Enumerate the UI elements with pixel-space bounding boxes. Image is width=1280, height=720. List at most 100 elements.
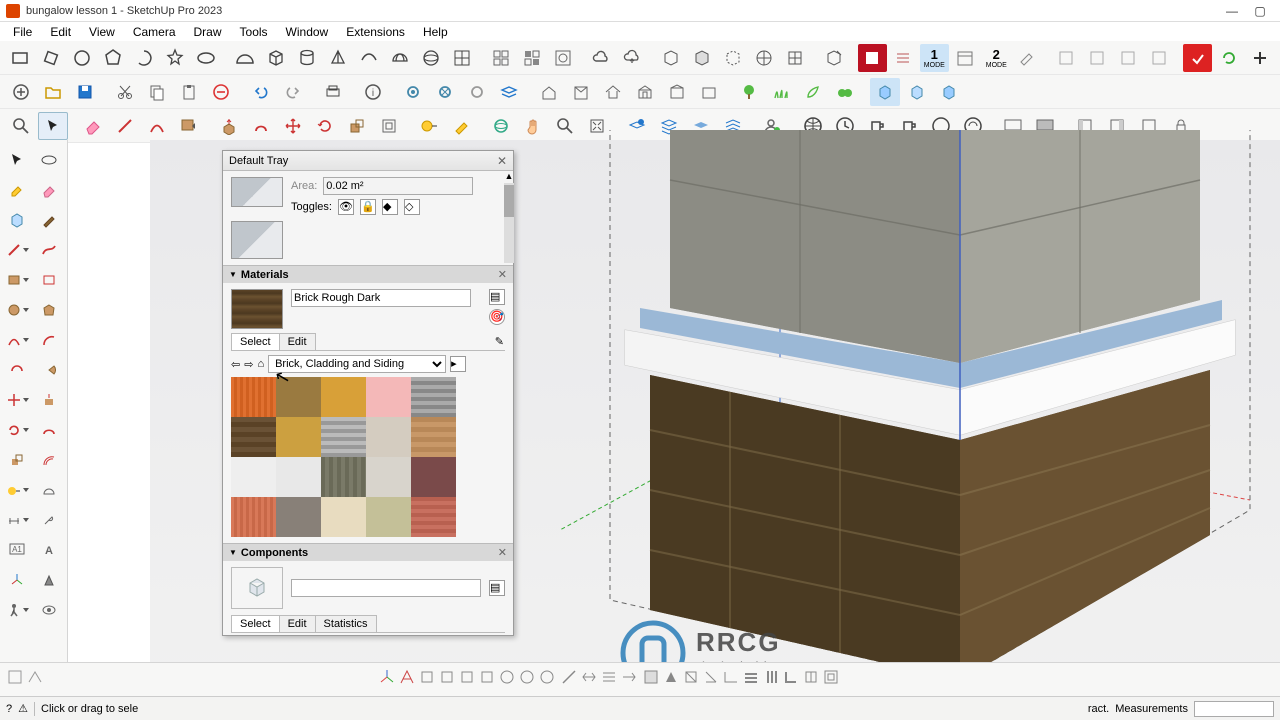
- bt-2-icon[interactable]: [26, 668, 44, 691]
- wire1-icon[interactable]: [657, 44, 686, 72]
- tree-icon[interactable]: [734, 78, 764, 106]
- grid1-icon[interactable]: [486, 44, 515, 72]
- lt-pushpull2-icon[interactable]: [34, 386, 64, 414]
- lt-pie-icon[interactable]: [34, 356, 64, 384]
- nav-fwd-icon[interactable]: ⇨: [244, 358, 253, 371]
- zoom-icon[interactable]: [6, 112, 36, 140]
- house2-icon[interactable]: [566, 78, 596, 106]
- rectangle-icon[interactable]: [6, 44, 35, 72]
- house4-icon[interactable]: [630, 78, 660, 106]
- lt-brush-icon[interactable]: [34, 206, 64, 234]
- house3-icon[interactable]: [598, 78, 628, 106]
- material-swatch[interactable]: [411, 497, 456, 537]
- wire3-icon[interactable]: [718, 44, 747, 72]
- box-icon[interactable]: [262, 44, 291, 72]
- menu-edit[interactable]: Edit: [41, 25, 80, 39]
- bt-s3-icon[interactable]: [600, 668, 618, 691]
- bt-e-icon[interactable]: [478, 668, 496, 691]
- menu-view[interactable]: View: [80, 25, 124, 39]
- menu-tools[interactable]: Tools: [231, 25, 277, 39]
- material-library-select[interactable]: Brick, Cladding and Siding: [268, 355, 446, 373]
- component-name-input[interactable]: [291, 579, 481, 597]
- open-icon[interactable]: [38, 78, 68, 106]
- bt-s1-icon[interactable]: [560, 668, 578, 691]
- lt-orbit-icon[interactable]: [34, 146, 64, 174]
- tape-icon[interactable]: [414, 112, 444, 140]
- material-swatch[interactable]: [231, 497, 276, 537]
- eraser-icon[interactable]: [78, 112, 108, 140]
- lt-text-icon[interactable]: A1: [2, 536, 32, 564]
- menu-camera[interactable]: Camera: [124, 25, 185, 39]
- lt-freehand-icon[interactable]: [34, 236, 64, 264]
- lt-rect2-icon[interactable]: [34, 266, 64, 294]
- material-swatch[interactable]: [321, 417, 366, 457]
- refresh-green-icon[interactable]: [1214, 44, 1243, 72]
- dome-icon[interactable]: [385, 44, 414, 72]
- cut-icon[interactable]: [110, 78, 140, 106]
- wall-d-icon[interactable]: [1144, 44, 1173, 72]
- material-swatch[interactable]: [366, 457, 411, 497]
- select-tool-icon[interactable]: [38, 112, 68, 140]
- follow-me-icon[interactable]: [246, 112, 276, 140]
- components-close-icon[interactable]: ✕: [498, 546, 507, 559]
- new-icon[interactable]: [6, 78, 36, 106]
- lt-poly-icon[interactable]: [34, 296, 64, 324]
- components-panel-header[interactable]: Components✕: [223, 543, 513, 561]
- material-swatch[interactable]: [276, 457, 321, 497]
- wall-b-icon[interactable]: [1082, 44, 1111, 72]
- tray-close-icon[interactable]: ✕: [497, 154, 507, 168]
- menu-file[interactable]: File: [4, 25, 41, 39]
- measurements-input[interactable]: [1194, 701, 1274, 717]
- lt-scale2-icon[interactable]: [2, 446, 32, 474]
- materials-eyedropper-icon[interactable]: ✎: [493, 333, 506, 350]
- components-tab-statistics[interactable]: Statistics: [315, 615, 377, 632]
- material-swatch[interactable]: [276, 417, 321, 457]
- grass-icon[interactable]: [766, 78, 796, 106]
- materials-tab-edit[interactable]: Edit: [279, 333, 316, 350]
- cylinder-icon[interactable]: [293, 44, 322, 72]
- house1-icon[interactable]: [534, 78, 564, 106]
- mode-2-button[interactable]: 2MODE: [982, 44, 1011, 72]
- material-swatch[interactable]: [411, 457, 456, 497]
- red-square-icon[interactable]: [1183, 44, 1212, 72]
- arc-tool-icon[interactable]: [142, 112, 172, 140]
- bt-a-icon[interactable]: [398, 668, 416, 691]
- lt-select-icon[interactable]: [2, 146, 32, 174]
- move-icon[interactable]: [278, 112, 308, 140]
- bt-t7-icon[interactable]: [762, 668, 780, 691]
- wire2-icon[interactable]: [687, 44, 716, 72]
- bt-t2-icon[interactable]: [662, 668, 680, 691]
- calendar-icon[interactable]: [951, 44, 980, 72]
- bt-b-icon[interactable]: [418, 668, 436, 691]
- lt-section-icon[interactable]: [34, 566, 64, 594]
- shape-dd-icon[interactable]: [174, 112, 204, 140]
- lt-tape2-icon[interactable]: [2, 476, 32, 504]
- polygon-icon[interactable]: [99, 44, 128, 72]
- solid-a-icon[interactable]: [870, 78, 900, 106]
- lt-3dtext-icon[interactable]: A: [34, 536, 64, 564]
- house5-icon[interactable]: [662, 78, 692, 106]
- lt-arc2-icon[interactable]: [34, 326, 64, 354]
- toggle-shadow-icon[interactable]: ◆: [382, 199, 398, 215]
- tray-scrollbar[interactable]: [504, 183, 514, 263]
- cloud-icon[interactable]: [587, 44, 616, 72]
- toggle-receive-icon[interactable]: ◇: [404, 199, 420, 215]
- create-material-icon[interactable]: ▤: [489, 289, 505, 305]
- leaf-icon[interactable]: [798, 78, 828, 106]
- menu-extensions[interactable]: Extensions: [337, 25, 414, 39]
- materials-tab-select[interactable]: Select: [231, 333, 280, 350]
- lt-paint-icon[interactable]: [2, 176, 32, 204]
- sample-material-icon[interactable]: 🎯: [489, 309, 505, 325]
- hammer-icon[interactable]: [1013, 44, 1042, 72]
- star-icon[interactable]: [161, 44, 190, 72]
- circle-icon[interactable]: [68, 44, 97, 72]
- bt-s4-icon[interactable]: [620, 668, 638, 691]
- layers-icon[interactable]: [494, 78, 524, 106]
- grid2-icon[interactable]: [517, 44, 546, 72]
- pushpull-icon[interactable]: [214, 112, 244, 140]
- help-icon[interactable]: ?: [6, 703, 12, 715]
- components-tab-edit[interactable]: Edit: [279, 615, 316, 632]
- bt-1-icon[interactable]: [6, 668, 24, 691]
- bt-c-icon[interactable]: [438, 668, 456, 691]
- material-swatch[interactable]: [276, 497, 321, 537]
